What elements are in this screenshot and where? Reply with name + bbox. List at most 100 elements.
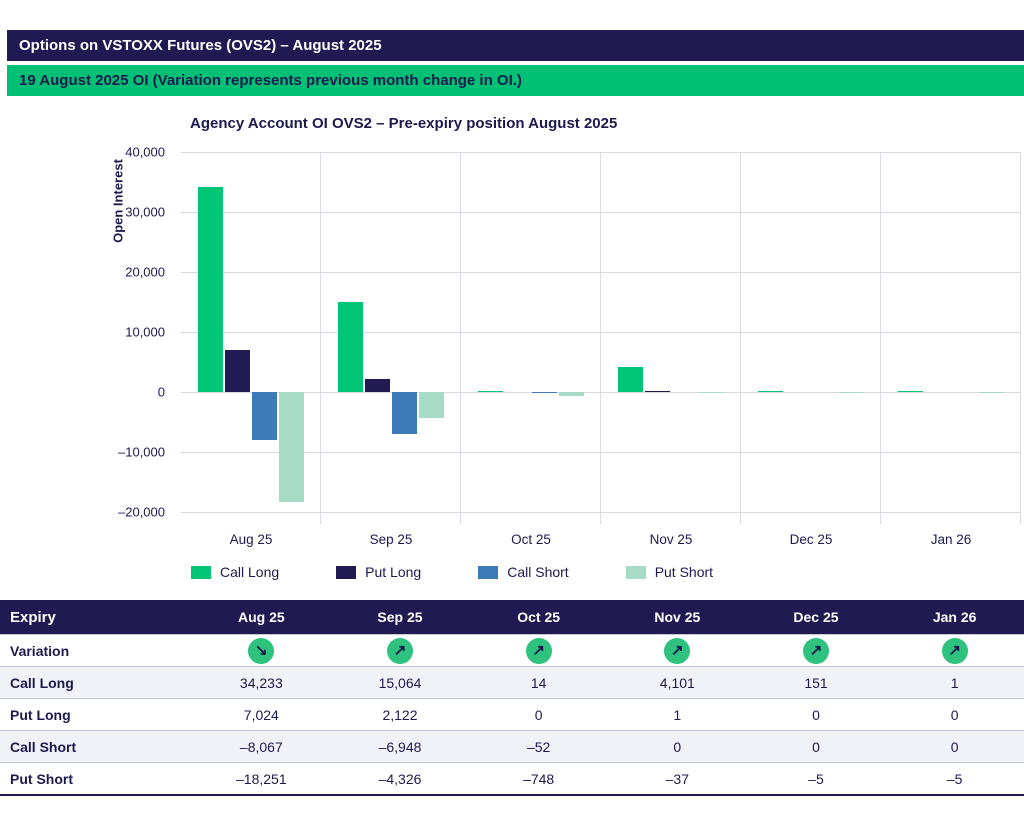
bar-cluster — [198, 152, 304, 524]
call-long-bar — [758, 391, 783, 392]
legend-label: Put Long — [365, 564, 421, 580]
table-cell: 34,233 — [192, 675, 331, 691]
chart-panel — [181, 152, 321, 524]
bar-slot — [672, 152, 697, 524]
table-cell: –5 — [885, 771, 1024, 787]
put-long-bar — [365, 379, 390, 392]
table-header-cell: Sep 25 — [331, 609, 470, 625]
table-header-cell: Nov 25 — [608, 609, 747, 625]
x-tick-label: Jan 26 — [881, 532, 1021, 547]
table-cell: 7,024 — [192, 707, 331, 723]
call-long-bar — [198, 187, 223, 392]
put-long-bar — [225, 350, 250, 392]
bar-slot — [559, 152, 584, 524]
table-row-call-short: Call Short–8,067–6,948–52000 — [0, 730, 1024, 762]
bar-slot — [198, 152, 223, 524]
bar-cluster — [338, 152, 444, 524]
call-long-bar — [478, 391, 503, 392]
bar-slot — [898, 152, 923, 524]
x-tick-label: Sep 25 — [321, 532, 461, 547]
table-row-call-long: Call Long34,23315,064144,1011511 — [0, 666, 1024, 698]
bar-slot — [392, 152, 417, 524]
legend-item: Put Short — [626, 564, 713, 580]
bar-slot — [839, 152, 864, 524]
legend-label: Call Short — [507, 564, 568, 580]
row-label: Put Long — [0, 707, 192, 723]
row-label: Call Short — [0, 739, 192, 755]
table-row-put-long: Put Long7,0242,1220100 — [0, 698, 1024, 730]
variation-up-icon: ↗ — [803, 638, 829, 664]
bar-cluster — [758, 152, 864, 524]
table-cell: 0 — [885, 739, 1024, 755]
legend-label: Call Long — [220, 564, 279, 580]
table-cell: 0 — [469, 707, 608, 723]
table-cell: ↗ — [885, 638, 1024, 664]
table-cell: –5 — [747, 771, 886, 787]
table-cell: –37 — [608, 771, 747, 787]
table-cell: 0 — [885, 707, 1024, 723]
legend-swatch-icon — [336, 566, 356, 579]
chart-legend: Call Long Put Long Call Short Put Short — [191, 564, 1024, 580]
bar-slot — [279, 152, 304, 524]
call-long-bar — [338, 302, 363, 392]
chart-panel — [321, 152, 461, 524]
bar-slot — [618, 152, 643, 524]
variation-up-icon: ↗ — [387, 638, 413, 664]
table-cell: ↗ — [608, 638, 747, 664]
bar-chart: Open Interest 40,00030,00020,00010,0000–… — [0, 152, 1024, 524]
legend-swatch-icon — [191, 566, 211, 579]
bar-slot — [812, 152, 837, 524]
page-title: Options on VSTOXX Futures (OVS2) – Augus… — [19, 37, 382, 54]
table-cell: ↗ — [331, 638, 470, 664]
call-long-bar — [618, 367, 643, 392]
title-banner: Options on VSTOXX Futures (OVS2) – Augus… — [7, 30, 1024, 61]
table-cell: –6,948 — [331, 739, 470, 755]
table-header-cell: Jan 26 — [885, 609, 1024, 625]
open-interest-table: ExpiryAug 25Sep 25Oct 25Nov 25Dec 25Jan … — [0, 600, 1024, 796]
row-label: Variation — [0, 643, 192, 659]
table-cell: –8,067 — [192, 739, 331, 755]
subtitle-banner: 19 August 2025 OI (Variation represents … — [7, 65, 1024, 96]
table-cell: 0 — [608, 739, 747, 755]
x-tick-label: Oct 25 — [461, 532, 601, 547]
bar-slot — [758, 152, 783, 524]
bar-slot — [252, 152, 277, 524]
x-axis-labels: Aug 25Sep 25Oct 25Nov 25Dec 25Jan 26 — [181, 532, 1021, 547]
table-header-cell: Oct 25 — [469, 609, 608, 625]
legend-item: Call Short — [478, 564, 568, 580]
table-cell: 0 — [747, 739, 886, 755]
put-short-bar — [979, 392, 1004, 393]
y-tick-label: 10,000 — [125, 325, 165, 340]
table-cell: –52 — [469, 739, 608, 755]
put-short-bar — [279, 392, 304, 502]
chart-panel — [601, 152, 741, 524]
legend-swatch-icon — [478, 566, 498, 579]
table-cell: 1 — [885, 675, 1024, 691]
legend-swatch-icon — [626, 566, 646, 579]
row-label: Call Long — [0, 675, 192, 691]
bar-cluster — [478, 152, 584, 524]
table-header-cell: Expiry — [0, 609, 192, 626]
table-cell: –4,326 — [331, 771, 470, 787]
bar-slot — [952, 152, 977, 524]
legend-label: Put Short — [655, 564, 713, 580]
x-tick-label: Dec 25 — [741, 532, 881, 547]
bar-slot — [478, 152, 503, 524]
table-cell: –18,251 — [192, 771, 331, 787]
table-header-row: ExpiryAug 25Sep 25Oct 25Nov 25Dec 25Jan … — [0, 600, 1024, 634]
table-row-put-short: Put Short–18,251–4,326–748–37–5–5 — [0, 762, 1024, 794]
y-tick-label: 30,000 — [125, 205, 165, 220]
chart-panel — [881, 152, 1021, 524]
bar-slot — [365, 152, 390, 524]
chart-title: Agency Account OI OVS2 – Pre-expiry posi… — [190, 115, 1024, 132]
table-cell: ↗ — [747, 638, 886, 664]
put-long-bar — [645, 391, 670, 392]
bar-slot — [505, 152, 530, 524]
table-header-cell: Aug 25 — [192, 609, 331, 625]
y-axis-ticks: 40,00030,00020,00010,0000–10,000–20,000 — [0, 152, 173, 524]
bar-slot — [338, 152, 363, 524]
legend-item: Put Long — [336, 564, 421, 580]
plot-area — [181, 152, 1021, 524]
put-short-bar — [419, 392, 444, 418]
call-short-bar — [252, 392, 277, 440]
